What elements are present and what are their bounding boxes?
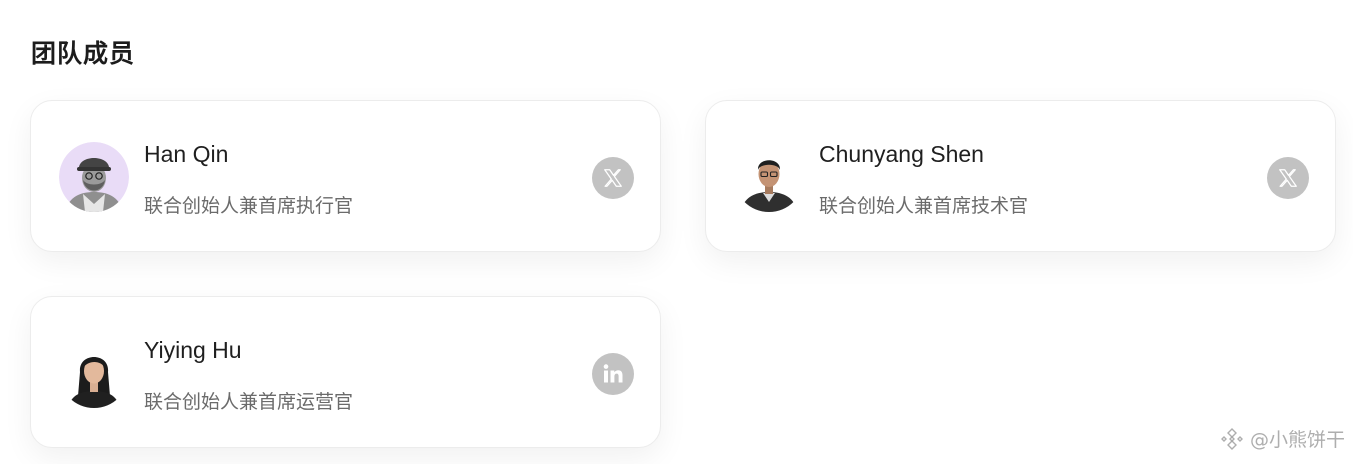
member-name: Han Qin (144, 141, 229, 167)
member-role: 联合创始人兼首席执行官 (144, 195, 354, 217)
linkedin-social-button[interactable] (592, 353, 634, 395)
avatar (734, 142, 804, 212)
watermark: @小熊饼干 (1219, 425, 1345, 452)
watermark-text: @小熊饼干 (1249, 429, 1345, 451)
avatar (59, 142, 129, 212)
linkedin-icon (603, 364, 623, 383)
member-card-han-qin: Han Qin 联合创始人兼首席执行官 (30, 100, 661, 252)
x-social-button[interactable] (592, 157, 634, 199)
member-card-chunyang-shen: Chunyang Shen 联合创始人兼首席技术官 (705, 100, 1336, 252)
member-name: Yiying Hu (144, 337, 242, 363)
x-icon (604, 169, 622, 187)
member-card-yiying-hu: Yiying Hu 联合创始人兼首席运营官 (30, 296, 661, 448)
member-role: 联合创始人兼首席技术官 (819, 195, 1029, 217)
member-name: Chunyang Shen (819, 141, 984, 167)
member-role: 联合创始人兼首席运营官 (144, 391, 354, 413)
x-social-button[interactable] (1267, 157, 1309, 199)
binance-logo-icon (1220, 427, 1243, 450)
x-icon (1279, 169, 1297, 187)
section-title: 团队成员 (31, 39, 136, 68)
avatar (59, 338, 129, 408)
